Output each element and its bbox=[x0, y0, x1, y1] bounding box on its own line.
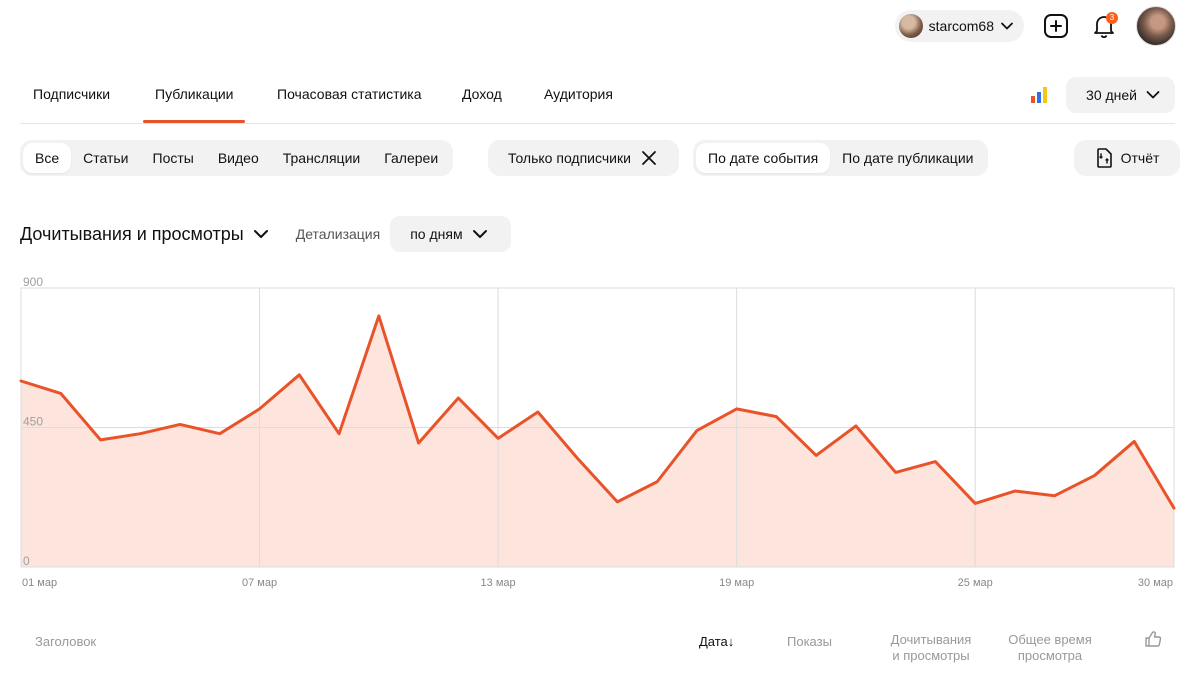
column-date-label: Дата bbox=[699, 634, 728, 649]
column-reads-views[interactable]: Дочитывания и просмотры bbox=[884, 632, 978, 664]
main-nav: Подписчики Публикации Почасовая статисти… bbox=[20, 70, 1175, 124]
period-label: 30 дней bbox=[1086, 87, 1137, 103]
chart-svg: 0 450 900 01 мар 07 мар 13 мар 19 мар 25 мар 30 … bbox=[19, 275, 1176, 589]
column-impressions[interactable]: Показы bbox=[787, 634, 832, 650]
period-select[interactable]: 30 дней bbox=[1066, 77, 1175, 113]
user-mini-avatar bbox=[898, 14, 923, 38]
column-time-line1: Общее время bbox=[1008, 632, 1092, 647]
views-chart: 0 450 900 01 мар 07 мар 13 мар 19 мар 25 мар 30 … bbox=[0, 270, 1200, 600]
x-tick-label: 01 мар bbox=[22, 577, 57, 589]
column-reads-line1: Дочитывания bbox=[890, 632, 972, 647]
chevron-down-icon bbox=[1001, 22, 1013, 30]
create-button[interactable] bbox=[1040, 10, 1072, 42]
x-tick-label: 19 мар bbox=[719, 577, 754, 589]
nav-right: 30 дней bbox=[1030, 77, 1175, 113]
x-tick-label: 25 мар bbox=[958, 577, 993, 589]
detail-value: по дням bbox=[410, 226, 463, 242]
date-mode-publication[interactable]: По дате публикации bbox=[830, 143, 985, 173]
column-reads-line2: и просмотры bbox=[892, 648, 970, 663]
tab-audience[interactable]: Аудитория bbox=[544, 86, 613, 102]
like-icon[interactable] bbox=[1144, 630, 1162, 648]
filter-type-articles[interactable]: Статьи bbox=[71, 143, 140, 173]
user-menu-button[interactable]: starcom68 bbox=[894, 10, 1024, 42]
chart-header: Дочитывания и просмотры Детализация по д… bbox=[20, 216, 511, 252]
close-icon[interactable] bbox=[641, 150, 657, 166]
subscribers-only-chip[interactable]: Только подписчики bbox=[488, 140, 679, 176]
x-tick-label: 07 мар bbox=[242, 577, 277, 589]
bar-chart-icon[interactable] bbox=[1030, 86, 1048, 104]
detail-select[interactable]: по дням bbox=[390, 216, 511, 252]
subscribers-only-label: Только подписчики bbox=[508, 150, 631, 166]
filters-row: Все Статьи Посты Видео Трансляции Галере… bbox=[20, 140, 1180, 176]
top-bar: starcom68 3 bbox=[894, 6, 1176, 46]
chevron-down-icon bbox=[1146, 91, 1160, 99]
column-total-time[interactable]: Общее время просмотра bbox=[1000, 632, 1100, 664]
tab-hourly-stats[interactable]: Почасовая статистика bbox=[277, 86, 422, 102]
y-tick-label: 900 bbox=[23, 275, 43, 289]
table-header: Заголовок Дата↓ Показы Дочитывания и про… bbox=[0, 628, 1200, 668]
metric-select[interactable]: Дочитывания и просмотры bbox=[20, 224, 270, 245]
notifications-button[interactable]: 3 bbox=[1088, 10, 1120, 42]
filter-type-all[interactable]: Все bbox=[23, 143, 72, 173]
content-type-filter: Все Статьи Посты Видео Трансляции Галере… bbox=[20, 140, 454, 176]
x-tick-label: 30 мар bbox=[1138, 577, 1173, 589]
username: starcom68 bbox=[928, 18, 994, 34]
filter-type-streams[interactable]: Трансляции bbox=[271, 143, 372, 173]
date-mode-filter: По дате события По дате публикации bbox=[693, 140, 989, 176]
tab-income[interactable]: Доход bbox=[462, 86, 502, 102]
report-button[interactable]: Отчёт bbox=[1074, 140, 1180, 176]
filter-type-posts[interactable]: Посты bbox=[141, 143, 206, 173]
tab-subscribers[interactable]: Подписчики bbox=[33, 86, 110, 102]
column-title[interactable]: Заголовок bbox=[35, 634, 96, 650]
plus-square-icon bbox=[1044, 14, 1068, 38]
report-file-icon bbox=[1096, 148, 1112, 168]
chevron-down-icon bbox=[253, 230, 268, 238]
notification-badge: 3 bbox=[1106, 12, 1118, 24]
chevron-down-icon bbox=[472, 230, 487, 238]
sort-arrow-icon: ↓ bbox=[727, 634, 735, 649]
y-tick-label: 450 bbox=[23, 415, 43, 429]
filter-type-video[interactable]: Видео bbox=[206, 143, 271, 173]
series-area bbox=[21, 315, 1174, 567]
tab-publications[interactable]: Публикации bbox=[142, 86, 247, 123]
filter-type-galleries[interactable]: Галереи bbox=[372, 143, 450, 173]
column-date[interactable]: Дата↓ bbox=[699, 634, 734, 650]
y-tick-label: 0 bbox=[23, 554, 30, 568]
date-mode-event[interactable]: По дате события bbox=[696, 143, 831, 173]
x-tick-label: 13 мар bbox=[481, 577, 516, 589]
report-label: Отчёт bbox=[1120, 150, 1160, 166]
detail-label: Детализация bbox=[295, 226, 381, 242]
metric-label: Дочитывания и просмотры bbox=[20, 223, 244, 244]
avatar[interactable] bbox=[1136, 6, 1176, 46]
column-time-line2: просмотра bbox=[1017, 648, 1083, 663]
